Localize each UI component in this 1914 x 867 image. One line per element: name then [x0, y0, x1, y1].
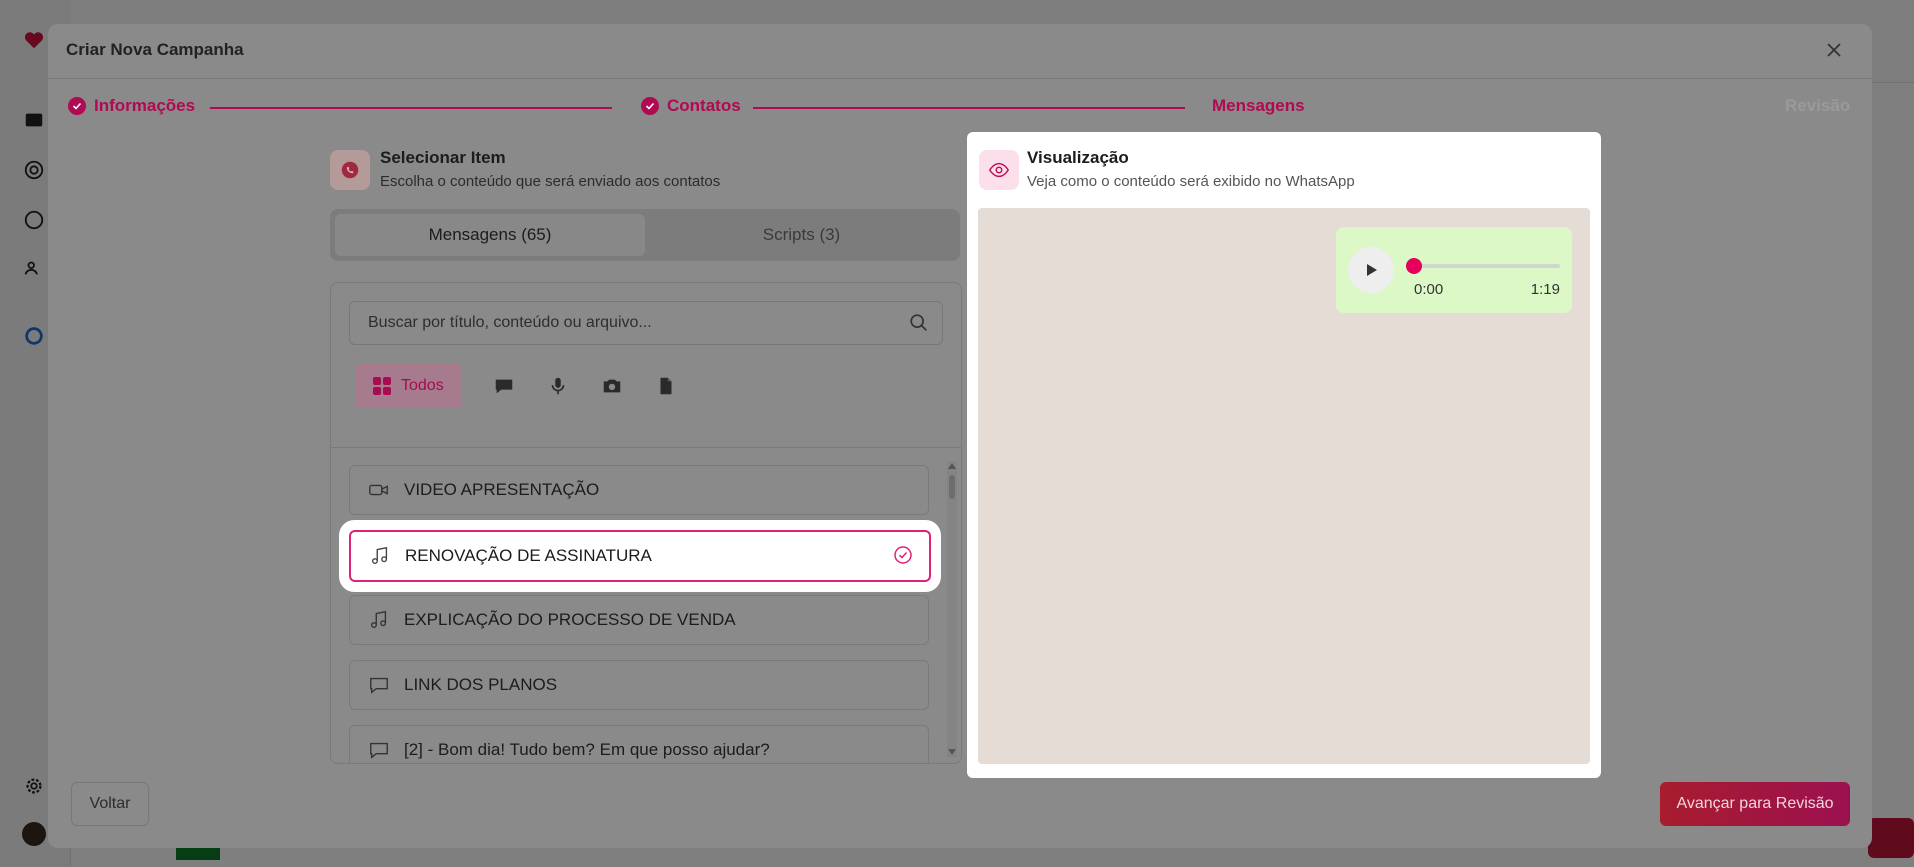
content-tabs: Mensagens (65) Scripts (3) [330, 209, 960, 261]
eye-icon [979, 150, 1019, 190]
step-contatos[interactable]: Contatos [641, 96, 741, 116]
chat-icon [368, 739, 390, 761]
divider [331, 447, 961, 448]
audio-progress-track[interactable] [1406, 258, 1560, 274]
close-icon[interactable] [1822, 38, 1846, 62]
search-box [349, 301, 943, 345]
play-button[interactable] [1348, 247, 1394, 293]
step-mensagens[interactable]: Mensagens [1212, 96, 1305, 116]
step-connector [210, 107, 612, 109]
audio-message-bubble: 0:00 1:19 [1336, 227, 1572, 313]
modal-title: Criar Nova Campanha [66, 40, 244, 59]
type-filters: Todos [355, 364, 678, 408]
list-item-selected[interactable]: RENOVAÇÃO DE ASSINATURA [349, 530, 931, 582]
back-button[interactable]: Voltar [71, 782, 149, 826]
list-item[interactable]: [2] - Bom dia! Tudo bem? Em que posso aj… [349, 725, 929, 763]
scroll-down-arrow-icon[interactable] [948, 749, 956, 755]
check-circle-icon [893, 545, 913, 565]
music-note-icon [368, 609, 390, 631]
select-item-subtitle: Escolha o conteúdo que será enviado aos … [380, 173, 721, 190]
audio-progress-knob[interactable] [1406, 258, 1422, 274]
chat-icon[interactable] [492, 374, 516, 398]
list-item[interactable]: LINK DOS PLANOS [349, 660, 929, 710]
next-review-button[interactable]: Avançar para Revisão [1660, 782, 1850, 826]
list-item[interactable]: EXPLICAÇÃO DO PROCESSO DE VENDA [349, 595, 929, 645]
tab-mensagens[interactable]: Mensagens (65) [335, 214, 645, 256]
preview-subtitle: Veja como o conteúdo será exibido no Wha… [1027, 173, 1355, 190]
list-item[interactable]: VIDEO APRESENTAÇÃO [349, 465, 929, 515]
step-connector [753, 107, 1185, 109]
step-label: Revisão [1785, 96, 1851, 115]
scrollbar[interactable] [947, 461, 957, 757]
filter-todos-label: Todos [401, 377, 444, 394]
video-icon [368, 479, 390, 501]
preview-title: Visualização [1027, 148, 1129, 167]
whatsapp-icon [330, 150, 370, 190]
create-campaign-modal: Criar Nova Campanha Informações Contatos… [48, 24, 1872, 848]
list-item-label: EXPLICAÇÃO DO PROCESSO DE VENDA [404, 610, 736, 629]
search-icon[interactable] [908, 312, 930, 334]
filter-todos-button[interactable]: Todos [355, 364, 462, 408]
search-input[interactable] [350, 302, 908, 344]
list-item-label: RENOVAÇÃO DE ASSINATURA [405, 546, 652, 565]
item-list-panel: Todos VIDEO APRESENTAÇÃO [330, 282, 962, 764]
list-item-label: VIDEO APRESENTAÇÃO [404, 480, 600, 499]
preview-panel: Visualização Veja como o conteúdo será e… [967, 132, 1601, 778]
step-informacoes[interactable]: Informações [68, 96, 195, 116]
microphone-icon[interactable] [546, 374, 570, 398]
modal-header: Criar Nova Campanha [48, 24, 1872, 79]
grid-icon [373, 377, 391, 395]
list-item-label: LINK DOS PLANOS [404, 675, 558, 694]
check-circle-icon [641, 97, 659, 115]
check-circle-icon [68, 97, 86, 115]
list-item-label: [2] - Bom dia! Tudo bem? Em que posso aj… [404, 740, 770, 759]
tab-scripts[interactable]: Scripts (3) [648, 214, 955, 256]
whatsapp-chat-preview: 0:00 1:19 [978, 208, 1590, 764]
audio-duration: 1:19 [1530, 281, 1560, 298]
audio-current-time: 0:00 [1414, 281, 1444, 298]
chat-icon [368, 674, 390, 696]
scroll-thumb[interactable] [949, 475, 955, 499]
play-icon [1367, 264, 1377, 276]
stepper: Informações Contatos Mensagens Revisão [48, 78, 1872, 128]
camera-icon[interactable] [600, 374, 624, 398]
music-note-icon [369, 545, 391, 567]
select-item-title: Selecionar Item [380, 148, 506, 167]
file-icon[interactable] [654, 374, 678, 398]
step-label: Informações [94, 96, 196, 115]
step-label: Contatos [667, 96, 741, 115]
step-revisao[interactable]: Revisão [1785, 96, 1850, 116]
step-label: Mensagens [1212, 96, 1305, 115]
scroll-up-arrow-icon[interactable] [948, 463, 956, 469]
